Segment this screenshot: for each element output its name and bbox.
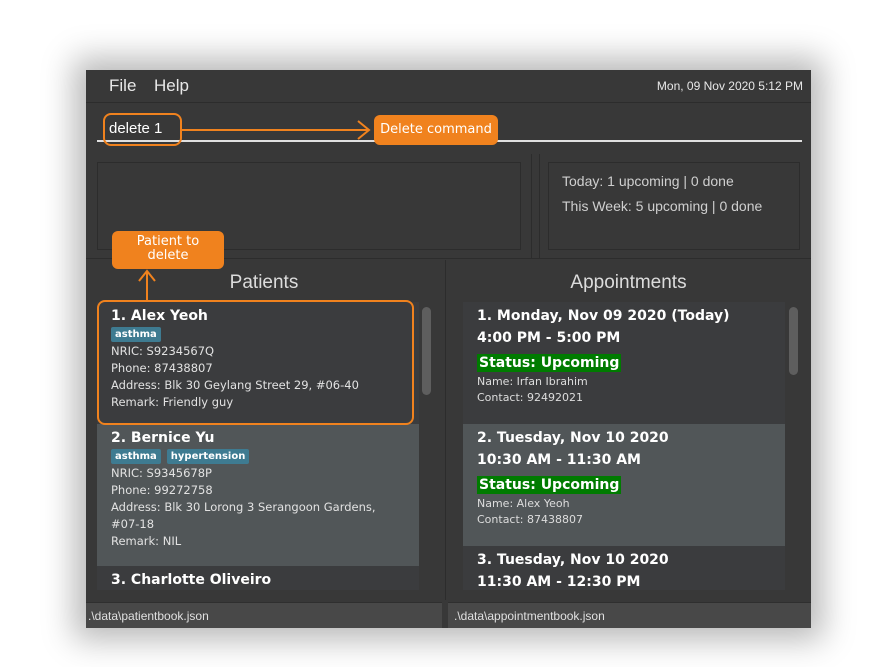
patient-callout-line2: delete (147, 248, 189, 263)
patient-callout-line1: Patient to (136, 234, 200, 249)
patient-highlight (97, 300, 414, 425)
command-callout: Delete command (374, 115, 498, 145)
patient-callout: Patient to delete (112, 231, 224, 269)
